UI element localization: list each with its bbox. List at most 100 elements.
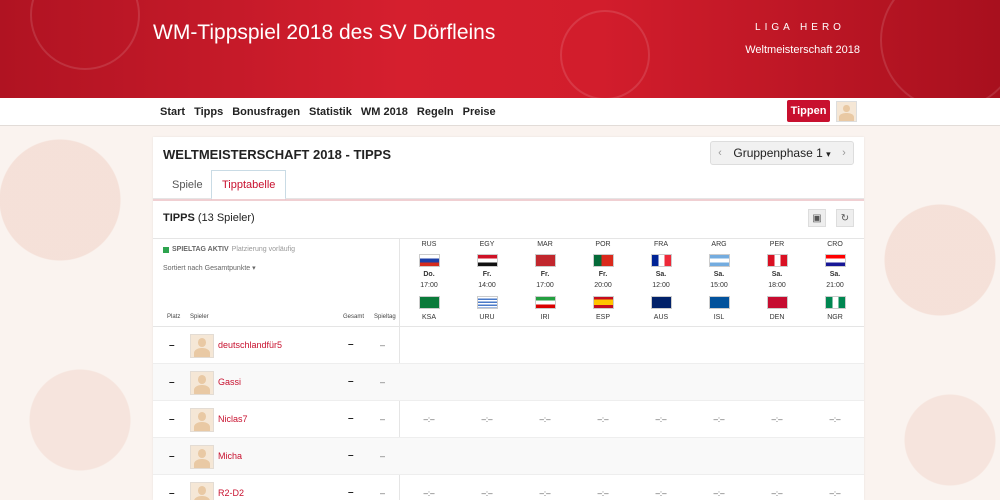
nav-start[interactable]: Start [160, 106, 185, 118]
player-place: – [169, 488, 175, 499]
player-avatar[interactable] [190, 445, 214, 469]
page-title: WM-Tippspiel 2018 des SV Dörfleins [153, 21, 496, 44]
sort-dropdown[interactable]: Sortiert nach Gesamtpunkte ▾ [163, 264, 256, 272]
col-header-place: Platz [167, 314, 181, 320]
caret-down-icon: ▾ [826, 149, 831, 159]
player-name-link[interactable]: Niclas7 [218, 414, 248, 424]
nav-items: Start Tipps Bonusfragen Statistik WM 201… [160, 98, 505, 126]
player-tip: –:– [655, 489, 667, 498]
player-day-points: – [380, 414, 386, 424]
match-header: FRA Sa. 12:00 AUS [632, 239, 690, 326]
match-header: MAR Fr. 17:00 IRI [516, 239, 574, 326]
match-day: Sa. [829, 271, 841, 278]
player-tip: –:– [597, 489, 609, 498]
nav-bonusfragen[interactable]: Bonusfragen [232, 106, 300, 118]
player-name-link[interactable]: R2-D2 [218, 488, 244, 498]
player-avatar[interactable] [190, 334, 214, 358]
player-tip: –:– [597, 415, 609, 424]
player-tip: –:– [713, 415, 725, 424]
table-row: – Micha – – [153, 438, 864, 475]
nav-tipps[interactable]: Tipps [194, 106, 223, 118]
nav-wm-2018[interactable]: WM 2018 [361, 106, 408, 118]
player-total: – [348, 487, 354, 498]
col-header-total[interactable]: Gesamt [343, 314, 364, 320]
phase-label: Gruppenphase 1 [733, 146, 823, 160]
home-team-code: FRA [654, 241, 668, 248]
player-name-link[interactable]: Gassi [218, 377, 241, 387]
away-team-code: NGR [827, 314, 843, 321]
nav-statistik[interactable]: Statistik [309, 106, 352, 118]
away-team-code: AUS [653, 314, 669, 321]
player-place: – [169, 340, 175, 351]
tab-spiele[interactable]: Spiele [162, 170, 213, 199]
refresh-button[interactable]: ↻ [836, 209, 854, 227]
match-day: Sa. [655, 271, 667, 278]
match-time: 12:00 [652, 282, 670, 289]
home-flag-icon [825, 254, 846, 267]
player-day-points: – [380, 377, 386, 387]
match-day: Fr. [598, 271, 608, 278]
match-header: CRO Sa. 21:00 NGR [806, 239, 864, 326]
away-flag-icon [651, 296, 672, 309]
home-flag-icon [593, 254, 614, 267]
status-dot-icon [163, 246, 169, 253]
divider [153, 199, 864, 201]
panel-title: WELTMEISTERSCHAFT 2018 - TIPPS [163, 147, 392, 162]
away-flag-icon [767, 296, 788, 309]
player-avatar[interactable] [190, 408, 214, 432]
away-flag-icon [419, 296, 440, 309]
home-team-code: RUS [421, 241, 437, 248]
player-total: – [348, 339, 354, 350]
match-time: 14:00 [478, 282, 496, 289]
player-avatar[interactable] [190, 482, 214, 500]
phase-dropdown[interactable]: Gruppenphase 1 ▾ [729, 146, 835, 160]
user-avatar[interactable] [836, 101, 857, 122]
download-button[interactable]: ▣ [808, 209, 826, 227]
away-team-code: ISL [713, 314, 725, 321]
match-header: ARG Sa. 15:00 ISL [690, 239, 748, 326]
match-header: RUS Do. 17:00 KSA [400, 239, 458, 326]
match-time: 15:00 [710, 282, 728, 289]
match-day: Fr. [482, 271, 492, 278]
away-flag-icon [535, 296, 556, 309]
brand-logo[interactable]: LIGA HERO [740, 22, 860, 33]
away-team-code: DEN [769, 314, 785, 321]
player-tip: –:– [423, 415, 435, 424]
home-team-code: EGY [479, 241, 495, 248]
tab-tipptabelle[interactable]: Tipptabelle [211, 170, 287, 200]
refresh-icon: ↻ [840, 212, 850, 224]
col-header-day[interactable]: Spieltag [374, 314, 396, 320]
home-flag-icon [709, 254, 730, 267]
header-decoration [880, 0, 1000, 98]
player-name-link[interactable]: Micha [218, 451, 242, 461]
home-team-code: CRO [827, 241, 843, 248]
nav-preise[interactable]: Preise [463, 106, 496, 118]
match-day: Fr. [540, 271, 550, 278]
chevron-right-icon[interactable]: › [835, 147, 853, 159]
table-row: – deutschlandfür5 – – [153, 327, 864, 364]
nav-regeln[interactable]: Regeln [417, 106, 454, 118]
match-time: 21:00 [826, 282, 844, 289]
download-icon: ▣ [812, 212, 822, 224]
table-row: – Niclas7 – – –:– –:– –:– –:– –:– –:– –:– –:– [153, 401, 864, 438]
tipps-count: (13 Spieler) [197, 212, 255, 224]
home-team-code: MAR [537, 241, 553, 248]
player-avatar[interactable] [190, 371, 214, 395]
avatar-placeholder-icon [191, 335, 213, 357]
tippen-button[interactable]: Tippen [787, 100, 830, 122]
player-tip: –:– [713, 489, 725, 498]
chevron-left-icon[interactable]: ‹ [711, 147, 729, 159]
tipps-label: TIPPS [163, 212, 195, 224]
home-flag-icon [535, 254, 556, 267]
avatar-placeholder-icon [837, 102, 856, 121]
player-name-link[interactable]: deutschlandfür5 [218, 340, 282, 350]
home-team-code: PER [769, 241, 785, 248]
table-row: – R2-D2 – – –:– –:– –:– –:– –:– –:– –:– –:– [153, 475, 864, 500]
away-team-code: IRI [540, 314, 550, 321]
player-tip: –:– [481, 489, 493, 498]
player-tip: –:– [771, 489, 783, 498]
phase-selector: ‹ Gruppenphase 1 ▾ › [710, 141, 854, 165]
avatar-placeholder-icon [191, 409, 213, 431]
player-total: – [348, 413, 354, 424]
away-flag-icon [593, 296, 614, 309]
